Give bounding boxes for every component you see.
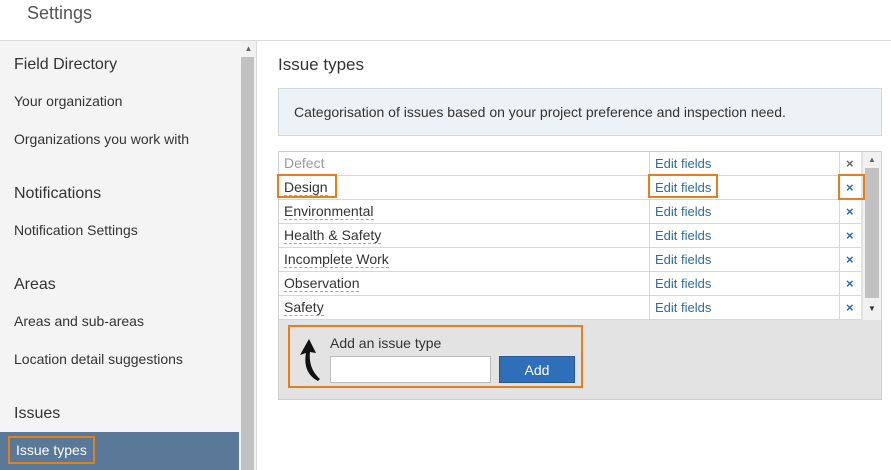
column-divider: [839, 248, 840, 272]
column-divider: [649, 224, 650, 248]
close-icon: ×: [846, 156, 854, 171]
close-icon[interactable]: ×: [846, 276, 854, 291]
sidebar-item-issue-types-label[interactable]: Issue types: [8, 436, 95, 464]
issue-type-name[interactable]: Design: [284, 180, 328, 196]
table-row: Observation Edit fields ×: [279, 272, 861, 296]
app-header: Settings: [0, 0, 891, 41]
issue-type-name[interactable]: Observation: [284, 276, 360, 292]
column-divider: [649, 200, 650, 224]
table-row: Defect Edit fields ×: [279, 152, 861, 176]
table-row: Design Edit fields ×: [279, 176, 861, 200]
edit-fields-link[interactable]: Edit fields: [655, 228, 711, 243]
table-row: Incomplete Work Edit fields ×: [279, 248, 861, 272]
edit-fields-link[interactable]: Edit fields: [655, 204, 711, 219]
close-icon[interactable]: ×: [846, 204, 854, 219]
issue-type-name[interactable]: Health & Safety: [284, 228, 382, 244]
column-divider: [649, 248, 650, 272]
triangle-down-icon[interactable]: ▼: [863, 304, 881, 313]
sidebar-item-notification-settings[interactable]: Notification Settings: [14, 222, 138, 238]
column-divider: [839, 176, 840, 200]
column-divider: [649, 272, 650, 296]
close-icon[interactable]: ×: [846, 180, 854, 195]
table-scroll-thumb[interactable]: [865, 168, 879, 298]
column-divider: [649, 176, 650, 200]
column-divider: [839, 296, 840, 320]
edit-fields-link[interactable]: Edit fields: [655, 252, 711, 267]
add-issue-type-label: Add an issue type: [330, 335, 442, 351]
close-icon[interactable]: ×: [846, 252, 854, 267]
sidebar-item-organizations-you-work-with[interactable]: Organizations you work with: [14, 131, 189, 147]
issue-type-name: Defect: [284, 155, 325, 171]
sidebar-heading-field-directory: Field Directory: [14, 56, 118, 73]
edit-fields-link[interactable]: Edit fields: [655, 156, 711, 171]
sidebar-item-your-organization[interactable]: Your organization: [14, 93, 122, 109]
table-row: Safety Edit fields ×: [279, 296, 861, 320]
sidebar-heading-notifications: Notifications: [14, 185, 102, 202]
column-divider: [839, 224, 840, 248]
column-divider: [649, 152, 650, 176]
table-row: Health & Safety Edit fields ×: [279, 224, 861, 248]
sidebar-heading-areas: Areas: [14, 276, 56, 293]
issue-types-table: Defect Edit fields × Design Edit fields …: [277, 151, 882, 400]
issue-type-name[interactable]: Safety: [284, 300, 324, 316]
table-scrollbar[interactable]: ▲ ▼: [863, 152, 881, 320]
triangle-up-icon[interactable]: ▲: [241, 43, 256, 55]
sidebar-item-location-detail-suggestions[interactable]: Location detail suggestions: [14, 351, 183, 367]
add-issue-type-panel: Add an issue type Add: [288, 325, 583, 388]
table-row: Environmental Edit fields ×: [279, 200, 861, 224]
issue-type-name[interactable]: Environmental: [284, 204, 374, 220]
sidebar-item-areas-and-sub-areas[interactable]: Areas and sub-areas: [14, 313, 144, 329]
column-divider: [839, 152, 840, 176]
sidebar-scroll-thumb[interactable]: [241, 57, 254, 470]
issue-type-name[interactable]: Incomplete Work: [284, 252, 389, 268]
close-icon[interactable]: ×: [846, 228, 854, 243]
page-title: Issue types: [278, 55, 364, 74]
column-divider: [649, 296, 650, 320]
page-header-title: Settings: [27, 3, 93, 23]
add-button[interactable]: Add: [499, 356, 575, 383]
main-content: Issue types Categorisation of issues bas…: [258, 41, 891, 470]
settings-sidebar: Field Directory Your organization Organi…: [0, 41, 257, 470]
edit-fields-link[interactable]: Edit fields: [655, 180, 711, 195]
curved-arrow-up-icon: [300, 339, 320, 381]
sidebar-heading-issues: Issues: [14, 405, 61, 422]
column-divider: [839, 200, 840, 224]
issue-type-input[interactable]: [330, 356, 491, 383]
close-icon[interactable]: ×: [846, 300, 854, 315]
column-divider: [839, 272, 840, 296]
edit-fields-link[interactable]: Edit fields: [655, 276, 711, 291]
info-box: Categorisation of issues based on your p…: [278, 88, 882, 136]
edit-fields-link[interactable]: Edit fields: [655, 300, 711, 315]
triangle-up-icon[interactable]: ▲: [863, 155, 881, 164]
info-text: Categorisation of issues based on your p…: [294, 104, 786, 120]
